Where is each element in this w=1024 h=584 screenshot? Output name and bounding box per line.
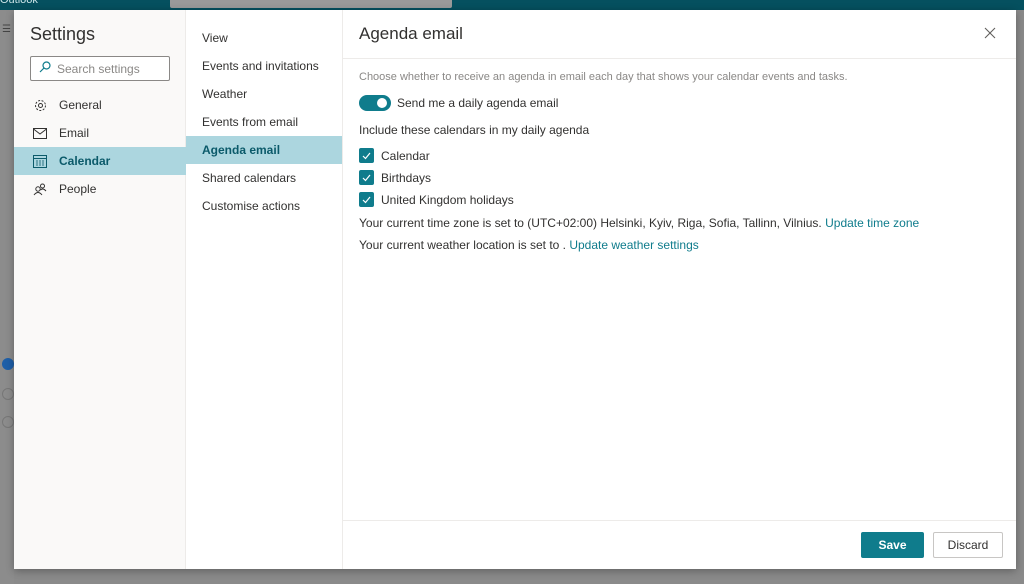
settings-categories-pane: Settings General Email Calendar — [14, 10, 186, 569]
checkmark-icon — [362, 152, 371, 159]
unchecked-calendar-icon — [2, 416, 14, 428]
toggle-label: Send me a daily agenda email — [397, 96, 559, 110]
search-icon — [39, 60, 51, 78]
app-search-box[interactable] — [170, 0, 452, 8]
checkbox-checked[interactable] — [359, 192, 374, 207]
footer-divider — [343, 520, 1016, 521]
close-button[interactable] — [984, 26, 998, 40]
subnav-view[interactable]: View — [186, 24, 342, 52]
settings-title: Settings — [30, 24, 96, 44]
calendar-subsettings-pane: View Events and invitations Weather Even… — [186, 10, 343, 569]
update-time-zone-link[interactable]: Update time zone — [825, 216, 919, 230]
background-left-rail: ☰ — [0, 10, 14, 584]
checkbox-label: Calendar — [381, 148, 430, 163]
subnav-events-and-invitations[interactable]: Events and invitations — [186, 52, 342, 80]
uk-holidays-checkbox-row[interactable]: United Kingdom holidays — [359, 192, 514, 207]
checkbox-checked[interactable] — [359, 170, 374, 185]
weather-info: Your current weather location is set to … — [359, 238, 699, 252]
page-title: Agenda email — [359, 24, 463, 43]
checked-calendar-icon — [2, 358, 14, 370]
checkbox-label: Birthdays — [381, 170, 432, 185]
weather-text: Your current weather location is set to … — [359, 238, 570, 252]
gear-icon — [33, 98, 47, 112]
category-label: Calendar — [59, 154, 111, 168]
people-icon — [33, 182, 47, 196]
discard-button[interactable]: Discard — [933, 532, 1003, 558]
checkmark-icon — [362, 174, 371, 181]
update-weather-settings-link[interactable]: Update weather settings — [569, 238, 698, 252]
birthdays-checkbox-row[interactable]: Birthdays — [359, 170, 431, 185]
category-label: General — [59, 98, 102, 112]
timezone-text: Your current time zone is set to (UTC+02… — [359, 216, 826, 230]
subnav-weather[interactable]: Weather — [186, 80, 342, 108]
app-top-bar: Outlook — [0, 0, 1024, 10]
mail-icon — [33, 126, 47, 140]
daily-agenda-toggle[interactable] — [359, 95, 391, 111]
category-label: Email — [59, 126, 90, 140]
header-divider — [343, 58, 1016, 59]
search-settings-input[interactable] — [57, 61, 167, 76]
daily-agenda-toggle-row: Send me a daily agenda email — [359, 95, 558, 111]
close-icon — [984, 26, 996, 43]
save-button[interactable]: Save — [861, 532, 924, 558]
category-label: People — [59, 182, 97, 196]
menu-icon: ☰ — [2, 24, 11, 35]
checkmark-icon — [362, 196, 371, 203]
search-settings-field[interactable] — [30, 56, 170, 81]
checkbox-label: United Kingdom holidays — [381, 192, 514, 207]
unchecked-calendar-icon — [2, 388, 14, 400]
settings-dialog: Settings General Email Calendar — [14, 10, 1016, 569]
timezone-info: Your current time zone is set to (UTC+02… — [359, 216, 919, 230]
app-title: Outlook — [0, 0, 38, 6]
calendar-icon — [33, 154, 47, 168]
agenda-description: Choose whether to receive an agenda in e… — [359, 71, 848, 83]
checkbox-checked[interactable] — [359, 148, 374, 163]
include-calendars-label: Include these calendars in my daily agen… — [359, 123, 590, 137]
subnav-shared-calendars[interactable]: Shared calendars — [186, 164, 342, 192]
agenda-email-panel: Agenda email Choose whether to receive a… — [343, 10, 1016, 569]
category-calendar[interactable]: Calendar — [14, 147, 186, 175]
category-general[interactable]: General — [14, 91, 186, 119]
subnav-customise-actions[interactable]: Customise actions — [186, 192, 342, 220]
calendar-checkbox-row[interactable]: Calendar — [359, 148, 430, 163]
category-email[interactable]: Email — [14, 119, 186, 147]
subnav-events-from-email[interactable]: Events from email — [186, 108, 342, 136]
category-people[interactable]: People — [14, 175, 186, 203]
subnav-agenda-email[interactable]: Agenda email — [186, 136, 342, 164]
